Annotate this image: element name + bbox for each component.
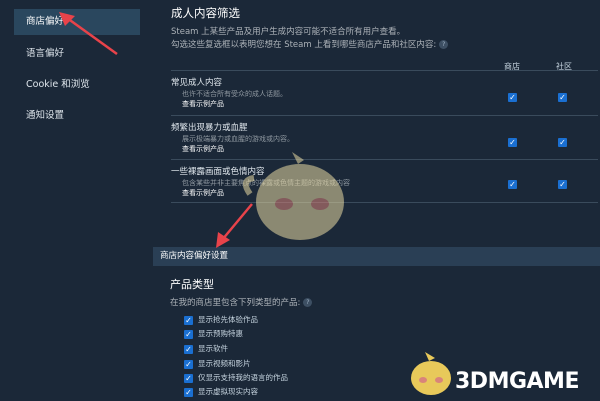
- row-description: 也许不适合所有受众的成人话题。: [182, 90, 287, 98]
- option-label: 显示预购特惠: [198, 329, 243, 338]
- watermark-logo-icon: [411, 352, 451, 395]
- checkbox[interactable]: ✓: [184, 360, 193, 369]
- sidebar-item-cookies[interactable]: Cookie 和浏览: [14, 72, 140, 98]
- option-label: 显示抢先体验作品: [198, 315, 258, 324]
- mascot-watermark-icon: [242, 152, 344, 240]
- row-description: 展示极端暴力或血腥的游戏或内容。: [182, 135, 294, 143]
- checkbox[interactable]: ✓: [184, 345, 193, 354]
- community-checkbox[interactable]: ✓: [558, 93, 567, 102]
- table-row: 常见成人内容 也许不适合所有受众的成人话题。 查看示例产品 ✓ ✓: [171, 70, 598, 110]
- community-checkbox[interactable]: ✓: [558, 138, 567, 147]
- sidebar-item-notifications[interactable]: 通知设置: [14, 103, 140, 129]
- community-checkbox[interactable]: ✓: [558, 180, 567, 189]
- mature-content-desc-2: 勾选这些复选框以表明您想在 Steam 上看到哪些商店产品和社区内容:?: [171, 38, 449, 50]
- option-label: 显示虚拟现实内容: [198, 387, 258, 396]
- product-types-desc: 在我的商店里包含下列类型的产品:?: [170, 296, 313, 308]
- checkbox[interactable]: ✓: [184, 374, 193, 383]
- mature-content-title: 成人内容筛选: [171, 6, 240, 20]
- checkbox[interactable]: ✓: [184, 388, 193, 397]
- row-title: 常见成人内容: [171, 78, 223, 88]
- checkbox[interactable]: ✓: [184, 330, 193, 339]
- table-row: 一些裸露画面或色情内容 包含某些并非主要焦点的裸露或色情主题的游戏或内容 查看示…: [171, 159, 598, 203]
- option-label: 仅显示支持我的语言的作品: [198, 373, 288, 382]
- mature-content-desc-2-text: 勾选这些复选框以表明您想在 Steam 上看到哪些商店产品和社区内容:: [171, 40, 437, 50]
- help-icon[interactable]: ?: [439, 40, 449, 49]
- store-checkbox[interactable]: ✓: [508, 180, 517, 189]
- help-icon[interactable]: ?: [303, 298, 313, 307]
- option-label: 显示软件: [198, 344, 228, 353]
- store-checkbox[interactable]: ✓: [508, 93, 517, 102]
- view-examples-link[interactable]: 查看示例产品: [182, 188, 224, 198]
- sidebar: 商店偏好 语言偏好 Cookie 和浏览 通知设置: [0, 0, 140, 401]
- watermark-text: 3DMGAME: [455, 369, 579, 394]
- view-examples-link[interactable]: 查看示例产品: [182, 99, 224, 109]
- row-title: 频繁出现暴力或血腥: [171, 123, 248, 133]
- table-row: 频繁出现暴力或血腥 展示极端暴力或血腥的游戏或内容。 查看示例产品 ✓ ✓: [171, 115, 598, 155]
- checkbox[interactable]: ✓: [184, 316, 193, 325]
- product-types-title: 产品类型: [170, 278, 214, 291]
- option-label: 显示视频和影片: [198, 359, 251, 368]
- annotation-arrow-icon: [59, 12, 118, 56]
- store-checkbox[interactable]: ✓: [508, 138, 517, 147]
- sidebar-item-label: 通知设置: [26, 110, 65, 121]
- view-examples-link[interactable]: 查看示例产品: [182, 144, 224, 154]
- mature-content-desc-1: Steam 上某些产品及用户生成内容可能不适合所有用户查看。: [171, 27, 406, 37]
- product-types-desc-text: 在我的商店里包含下列类型的产品:: [170, 298, 301, 308]
- sidebar-item-label: Cookie 和浏览: [26, 79, 90, 90]
- annotation-arrow-icon: [216, 203, 253, 248]
